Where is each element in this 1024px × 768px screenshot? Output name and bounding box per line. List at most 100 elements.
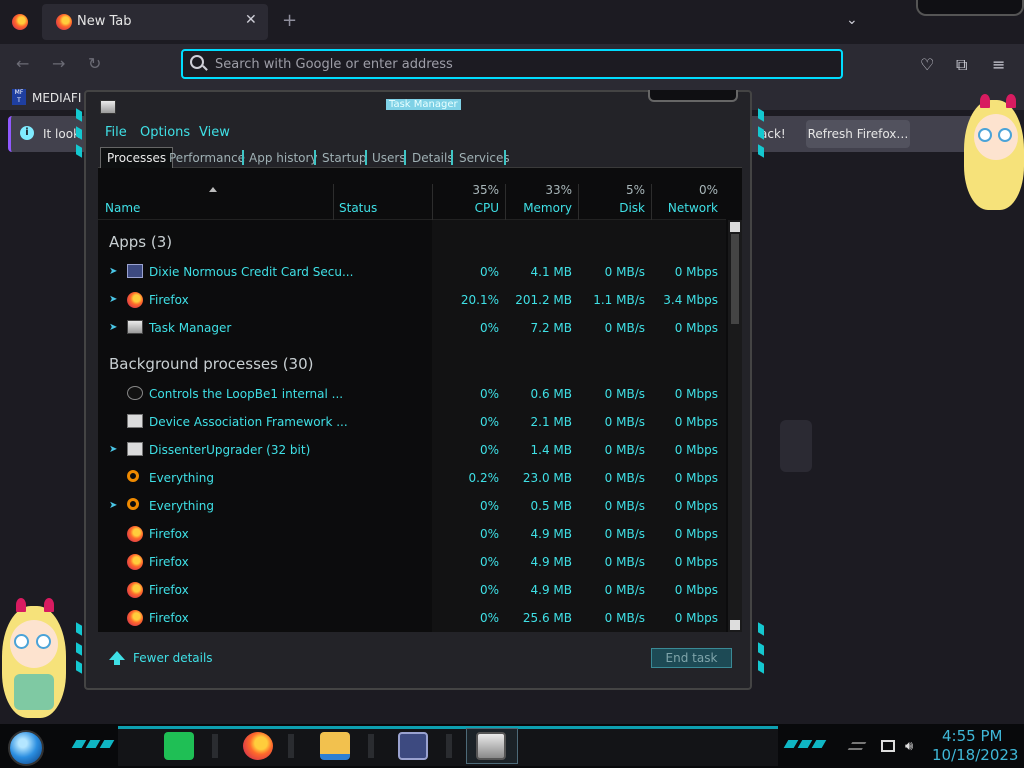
- column-header-disk[interactable]: Disk: [580, 201, 645, 215]
- process-name[interactable]: Firefox: [149, 611, 189, 625]
- forward-button[interactable]: →: [52, 54, 65, 73]
- star-butterfly-sticker-top: [962, 94, 1024, 218]
- process-name[interactable]: Task Manager: [149, 321, 231, 335]
- expand-chevron-icon[interactable]: ➤: [109, 500, 117, 511]
- process-name[interactable]: Dixie Normous Credit Card Secu...: [149, 265, 353, 279]
- arrow-up-icon-stem[interactable]: [114, 659, 120, 665]
- window-caption-decoration: [916, 0, 1024, 16]
- frame-decoration: [76, 144, 82, 158]
- sticker-eye: [14, 634, 29, 649]
- disk-total-percent: 5%: [625, 183, 645, 197]
- end-task-button[interactable]: End task: [651, 648, 732, 668]
- menu-options[interactable]: Options: [140, 125, 190, 140]
- tab-startup[interactable]: Startup: [322, 151, 367, 165]
- process-name[interactable]: Firefox: [149, 527, 189, 541]
- clock-date[interactable]: 10/18/2023: [932, 746, 1018, 764]
- chevron-down-icon[interactable]: ⌄: [846, 12, 858, 28]
- fewer-details-link[interactable]: Fewer details: [133, 651, 213, 665]
- process-disk: 0 MB/s: [604, 527, 645, 541]
- scroll-down-button[interactable]: [730, 620, 740, 630]
- network-total-percent: 0%: [698, 183, 718, 197]
- process-name[interactable]: Device Association Framework ...: [149, 415, 348, 429]
- process-cpu: 0%: [479, 321, 499, 335]
- expand-chevron-icon[interactable]: ➤: [109, 444, 117, 455]
- process-cpu: 0%: [479, 443, 499, 457]
- bookmark-mediafire[interactable]: MEDIAFI: [32, 91, 81, 105]
- taskbar-separator: [368, 734, 374, 758]
- column-header-network[interactable]: Network: [650, 201, 718, 215]
- network-icon[interactable]: [881, 740, 895, 752]
- firefox-icon: [127, 292, 143, 308]
- close-tab-icon[interactable]: ✕: [245, 12, 257, 28]
- process-name[interactable]: Everything: [149, 499, 214, 513]
- scroll-up-button[interactable]: [730, 222, 740, 232]
- process-disk: 1.1 MB/s: [593, 293, 645, 307]
- expand-chevron-icon[interactable]: ➤: [109, 322, 117, 333]
- column-divider[interactable]: [578, 184, 579, 220]
- back-button[interactable]: ←: [16, 54, 29, 73]
- frame-decoration: [758, 622, 764, 636]
- process-cpu: 0%: [479, 387, 499, 401]
- file-explorer-icon[interactable]: [320, 732, 350, 760]
- column-header-name[interactable]: Name: [105, 201, 140, 215]
- tab-users[interactable]: Users: [372, 151, 406, 165]
- extensions-icon[interactable]: ⧉: [956, 55, 967, 75]
- tab-new-tab[interactable]: [42, 4, 268, 40]
- start-button[interactable]: [8, 730, 44, 766]
- process-cpu: 0%: [479, 527, 499, 541]
- new-tab-tile[interactable]: [780, 420, 812, 472]
- expand-chevron-icon[interactable]: ➤: [109, 294, 117, 305]
- pocket-icon[interactable]: ♡: [920, 55, 934, 74]
- tab-app-history[interactable]: App history: [249, 151, 318, 165]
- process-network: 0 Mbps: [674, 499, 718, 513]
- clock-time[interactable]: 4:55 PM: [942, 727, 1002, 745]
- column-divider[interactable]: [333, 184, 334, 220]
- process-network: 0 Mbps: [674, 471, 718, 485]
- process-name[interactable]: DissenterUpgrader (32 bit): [149, 443, 310, 457]
- column-header-status[interactable]: Status: [339, 201, 377, 215]
- credit-card-app-icon[interactable]: [398, 732, 428, 760]
- process-cpu: 20.1%: [460, 293, 499, 307]
- process-memory: 2.1 MB: [530, 415, 572, 429]
- loopbe-icon: [127, 386, 143, 400]
- column-divider[interactable]: [505, 184, 506, 220]
- column-divider[interactable]: [432, 184, 433, 220]
- column-header-cpu[interactable]: CPU: [440, 201, 499, 215]
- sticker-eye: [978, 128, 992, 142]
- process-name[interactable]: Firefox: [149, 583, 189, 597]
- process-name[interactable]: Controls the LoopBe1 internal ...: [149, 387, 343, 401]
- sticker-horn: [44, 598, 54, 612]
- process-network: 0 Mbps: [674, 443, 718, 457]
- search-icon: [127, 498, 139, 510]
- process-disk: 0 MB/s: [604, 555, 645, 569]
- url-placeholder: Search with Google or enter address: [215, 57, 453, 72]
- tab-processes[interactable]: Processes: [100, 147, 174, 168]
- process-name[interactable]: Everything: [149, 471, 214, 485]
- volume-icon[interactable]: 🔊︎: [905, 739, 913, 754]
- notes-app-icon[interactable]: [164, 732, 194, 760]
- expand-chevron-icon[interactable]: ➤: [109, 266, 117, 277]
- task-manager-icon[interactable]: [476, 732, 506, 760]
- tab-services[interactable]: Services: [459, 151, 510, 165]
- menu-bar: File Options View: [98, 122, 742, 142]
- tab-separator: [451, 150, 453, 165]
- process-network: 0 Mbps: [674, 527, 718, 541]
- process-memory: 4.1 MB: [530, 265, 572, 279]
- column-divider[interactable]: [651, 184, 652, 220]
- column-header-memory[interactable]: Memory: [505, 201, 572, 215]
- tab-performance[interactable]: Performance: [169, 151, 245, 165]
- reload-button[interactable]: ↻: [88, 54, 101, 73]
- firefox-view-icon[interactable]: [12, 14, 28, 30]
- new-tab-button[interactable]: +: [282, 10, 297, 31]
- process-name[interactable]: Firefox: [149, 555, 189, 569]
- firefox-taskbar-icon[interactable]: [243, 732, 273, 760]
- refresh-firefox-button[interactable]: Refresh Firefox…: [806, 120, 910, 148]
- menu-icon[interactable]: ≡: [992, 55, 1005, 74]
- menu-view[interactable]: View: [199, 125, 230, 140]
- process-memory: 0.5 MB: [530, 499, 572, 513]
- tab-details[interactable]: Details: [412, 151, 454, 165]
- process-name[interactable]: Firefox: [149, 293, 189, 307]
- menu-file[interactable]: File: [105, 125, 127, 140]
- scrollbar-thumb[interactable]: [731, 234, 739, 324]
- process-network: 0 Mbps: [674, 321, 718, 335]
